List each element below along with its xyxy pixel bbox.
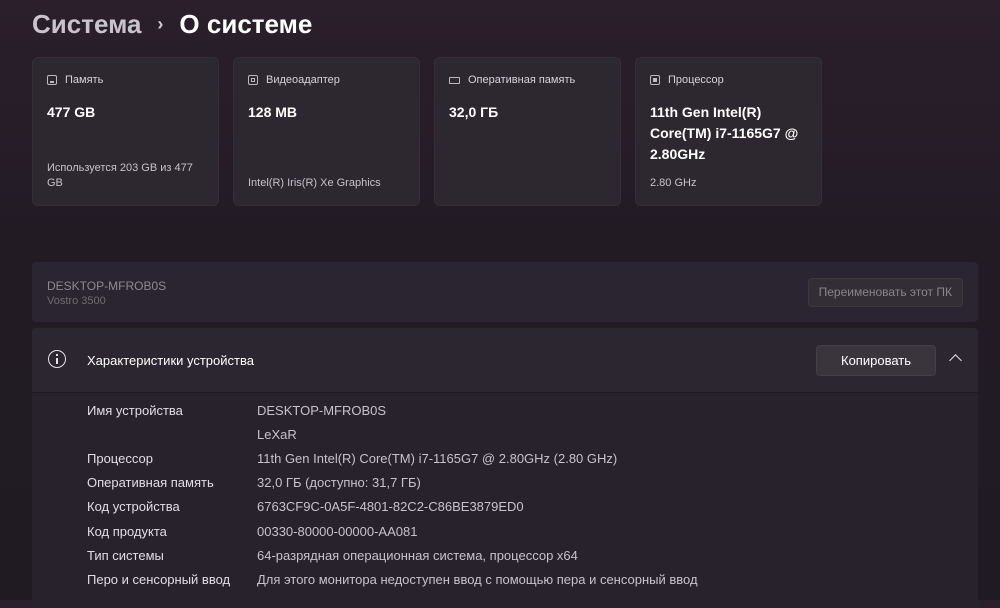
card-ram-value: 32,0 ГБ	[449, 104, 499, 120]
spec-row: Перо и сенсорный ввод Для этого монитора…	[32, 570, 978, 590]
spec-row: LeXaR	[32, 425, 978, 445]
gpu-icon	[248, 75, 258, 85]
card-ram-title: Оперативная память	[468, 74, 576, 86]
spec-value[interactable]: 00330-80000-00000-AA081	[257, 522, 417, 542]
spec-value[interactable]: 32,0 ГБ (доступно: 31,7 ГБ)	[257, 473, 421, 493]
spec-value[interactable]: 64-разрядная операционная система, проце…	[257, 546, 578, 566]
device-model: Vostro 3500	[47, 295, 106, 307]
copy-button[interactable]: Копировать	[816, 345, 936, 376]
device-specs-body: Имя устройства DESKTOP-MFROB0S LeXaR Про…	[32, 393, 978, 608]
card-ram[interactable]: Оперативная память 32,0 ГБ	[434, 57, 621, 206]
card-gpu-title: Видеоадаптер	[266, 74, 340, 86]
spec-label: Перо и сенсорный ввод	[87, 572, 231, 587]
spec-value[interactable]: DESKTOP-MFROB0S	[257, 401, 386, 421]
spec-row: Процессор 11th Gen Intel(R) Core(TM) i7-…	[32, 449, 978, 469]
spec-value[interactable]: 11th Gen Intel(R) Core(TM) i7-1165G7 @ 2…	[257, 449, 617, 469]
breadcrumb: Система › О системе	[32, 6, 312, 42]
card-gpu-header: Видеоадаптер	[248, 74, 340, 86]
ram-icon	[449, 76, 460, 84]
spec-row: Код продукта 00330-80000-00000-AA081	[32, 522, 978, 542]
card-cpu-title: Процессор	[668, 74, 724, 86]
device-name: DESKTOP-MFROB0S	[47, 279, 167, 293]
card-storage[interactable]: Память 477 GB Используется 203 GB из 477…	[32, 57, 219, 206]
card-ram-header: Оперативная память	[449, 74, 575, 86]
info-icon	[48, 350, 66, 368]
spec-label: Код продукта	[87, 524, 167, 539]
spec-label: Процессор	[87, 451, 153, 466]
chevron-up-icon[interactable]	[949, 354, 962, 367]
storage-icon	[47, 75, 57, 85]
spec-row: Тип системы 64-разрядная операционная си…	[32, 546, 978, 566]
card-storage-header: Память	[47, 74, 103, 86]
page-title: О системе	[179, 8, 313, 39]
card-gpu-sub: Intel(R) Iris(R) Xe Graphics	[248, 177, 381, 189]
spec-row: Код устройства 6763CF9C-0A5F-4801-82C2-C…	[32, 497, 978, 517]
device-name-row: DESKTOP-MFROB0S Vostro 3500 Переименоват…	[32, 262, 978, 322]
spec-label: Код устройства	[87, 499, 180, 514]
spec-value[interactable]: 6763CF9C-0A5F-4801-82C2-C86BE3879ED0	[257, 497, 524, 517]
spec-row: Имя устройства DESKTOP-MFROB0S	[32, 401, 978, 421]
card-cpu-header: Процессор	[650, 74, 724, 86]
rename-pc-button[interactable]: Переименовать этот ПК	[807, 278, 963, 307]
cpu-icon	[650, 75, 660, 85]
card-gpu[interactable]: Видеоадаптер 128 MB Intel(R) Iris(R) Xe …	[233, 57, 420, 206]
card-storage-value: 477 GB	[47, 104, 96, 120]
device-specs-title: Характеристики устройства	[87, 353, 254, 368]
spec-value[interactable]: Для этого монитора недоступен ввод с пом…	[257, 570, 698, 590]
card-storage-title: Память	[65, 74, 104, 86]
card-cpu-value: 11th Gen Intel(R) Core(TM) i7-1165G7 @ 2…	[650, 104, 799, 162]
spec-value[interactable]: LeXaR	[257, 425, 297, 445]
spec-label: Имя устройства	[87, 403, 183, 418]
card-cpu-sub: 2.80 GHz	[650, 177, 697, 189]
breadcrumb-parent-link[interactable]: Система	[32, 9, 141, 40]
card-gpu-value: 128 MB	[248, 104, 298, 120]
chevron-right-icon: ›	[157, 13, 164, 34]
card-cpu[interactable]: Процессор 11th Gen Intel(R) Core(TM) i7-…	[635, 57, 822, 206]
summary-cards: Память 477 GB Используется 203 GB из 477…	[32, 57, 822, 206]
device-specs-header[interactable]: Характеристики устройства Копировать	[32, 328, 978, 393]
device-specs-panel: Характеристики устройства Копировать Имя…	[32, 328, 978, 608]
spec-label: Оперативная память	[87, 475, 214, 490]
spec-label: Тип системы	[87, 548, 164, 563]
card-storage-sub: Используется 203 GB из 477 GB	[47, 162, 193, 189]
spec-row: Оперативная память 32,0 ГБ (доступно: 31…	[32, 473, 978, 493]
